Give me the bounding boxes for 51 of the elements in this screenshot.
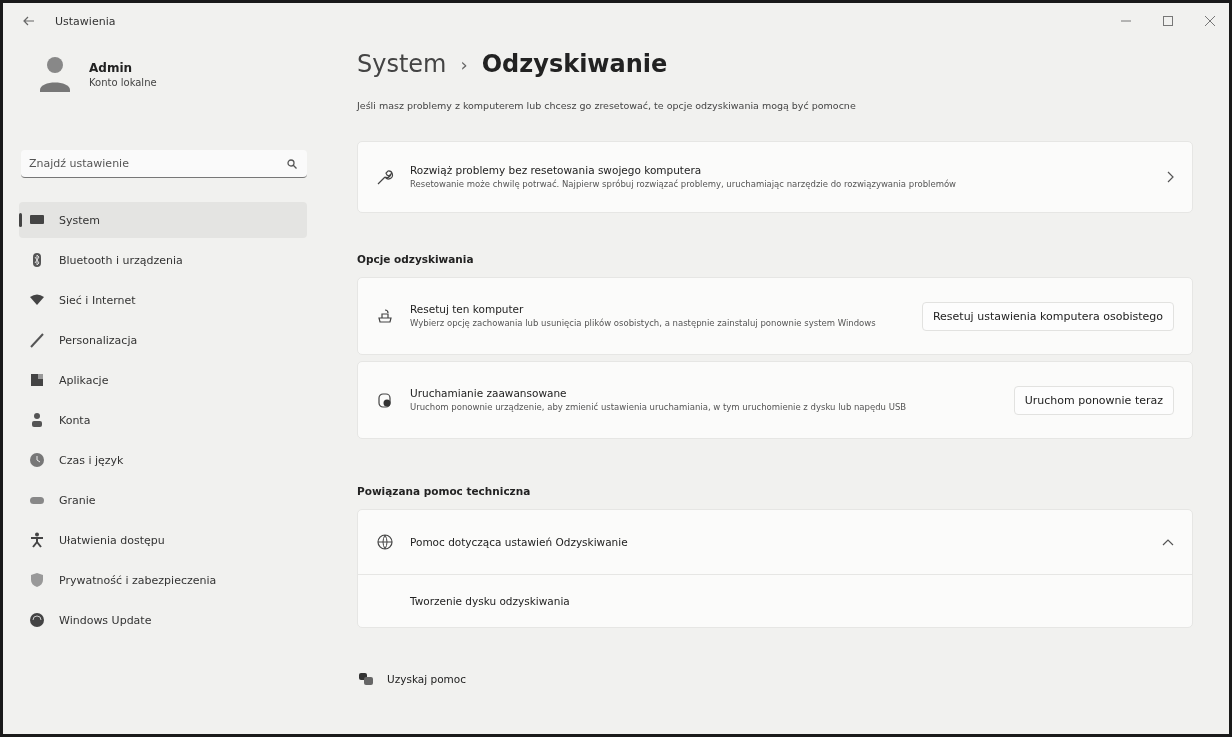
option-button[interactable]: Uruchom ponownie teraz [1013,385,1174,415]
sidebar-item[interactable]: Granie [19,482,307,518]
restart-icon [376,391,394,409]
option-title: Resetuj ten komputer [410,302,525,315]
search-icon [287,159,297,169]
chevron-right-icon [1166,171,1174,183]
troubleshoot-card[interactable]: Rozwiąż problemy bez resetowania swojego komputera Resetowanie może chwilę potrwać. Najpierw spróbuj rozwiązać problemy, uruchamiając narzędzie do rozwiązywania problemów [357,141,1193,213]
sidebar-item[interactable]: Personalizacja [19,322,307,358]
option-description: Wybierz opcję zachowania lub usunięcia plików osobistych, a następnie zainstaluj ponownie system Windows [410,317,877,329]
section-heading: Opcje odzyskiwania [357,253,475,265]
option-button[interactable]: Resetuj ustawienia komputera osobistego [921,301,1174,331]
sidebar-item[interactable]: Prywatność i zabezpieczenia [19,562,307,598]
sidebar-item[interactable]: Sieć i Internet [19,282,307,318]
back-icon[interactable] [23,16,35,26]
accessibility-icon [29,532,45,548]
sidebar-item[interactable]: Czas i język [19,442,307,478]
breadcrumb-parent[interactable]: System [357,50,447,78]
card-title: Rozwiąż problemy bez resetowania swojego komputera [410,163,703,176]
sidebar-item[interactable]: Bluetooth i urządzenia [19,242,307,278]
sidebar-item[interactable]: Aplikacje [19,362,307,398]
person-icon [29,412,45,428]
sidebar-item[interactable]: Windows Update [19,602,307,638]
globe-clock-icon [29,452,45,468]
help-expander[interactable]: Pomoc dotycząca ustawień Odzyskiwanie [358,510,1192,575]
help-link[interactable]: Tworzenie dysku odzyskiwania [410,595,570,607]
sidebar-item[interactable]: Ułatwienia dostępu [19,522,307,558]
option-description: Uruchom ponownie urządzenie, aby zmienić ustawienia uruchamiania, w tym uruchomienie z dysku lub napędu USB [410,401,908,413]
page-title: Odzyskiwanie [481,50,668,78]
wrench-icon [376,168,394,186]
chat-icon [359,672,373,686]
option-title: Uruchamianie zaawansowane [410,386,568,399]
help-link[interactable]: Uzyskaj pomoc [387,673,466,685]
sidebar-item[interactable]: Konta [19,402,307,438]
close-icon[interactable] [1205,16,1215,26]
globe-icon [376,533,394,551]
window-title: Ustawienia [55,14,116,28]
chevron-up-icon [1162,538,1174,546]
section-heading: Powiązana pomoc techniczna [357,485,532,497]
reset-pc-icon [376,307,394,325]
page-description: Jeśli masz problemy z komputerem lub chcesz go zresetować, te opcje odzyskiwania mogą być pomocne [357,100,857,111]
brush-icon [29,332,45,348]
maximize-icon[interactable] [1163,16,1173,26]
breadcrumb-separator: › [460,53,468,75]
shield-icon [29,572,45,588]
account-type: Konto lokalne [89,76,157,88]
card-subtitle: Resetowanie może chwilę potrwać. Najpierw spróbuj rozwiązać problemy, uruchamiając narzędzie do rozwiązywania problemów [410,178,958,190]
avatar-icon [37,54,73,94]
sidebar-item[interactable]: System [19,202,307,238]
user-name: Admin [89,60,134,75]
search-field[interactable]: Znajdź ustawienie [21,150,307,178]
apps-icon [29,372,45,388]
